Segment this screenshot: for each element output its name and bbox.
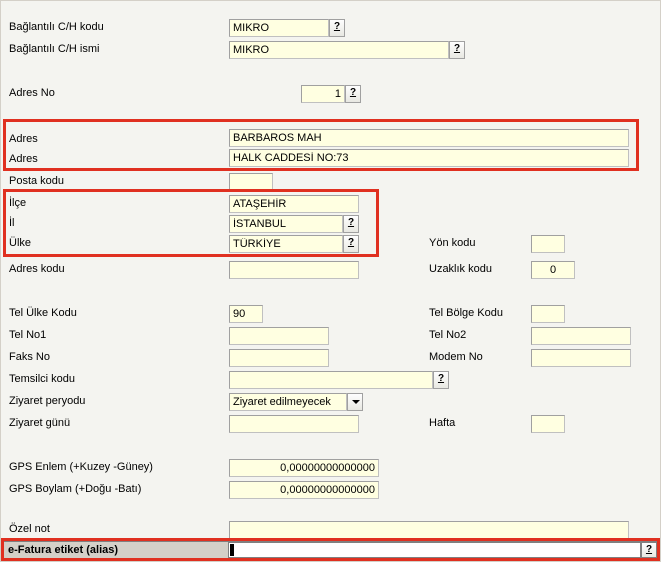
help-icon[interactable]: ? bbox=[641, 542, 657, 558]
label-ziyaret-gunu: Ziyaret günü bbox=[9, 417, 70, 429]
label-adres: Adres bbox=[9, 133, 38, 145]
label-gps-enlem: GPS Enlem (+Kuzey -Güney) bbox=[9, 461, 153, 473]
label-tel-no1: Tel No1 bbox=[9, 329, 46, 341]
label-adres2: Adres bbox=[9, 153, 38, 165]
input-ozel-not[interactable] bbox=[229, 521, 629, 539]
input-gps-boylam[interactable] bbox=[229, 481, 379, 499]
input-adres-no[interactable] bbox=[301, 85, 345, 103]
input-temsilci-kodu[interactable] bbox=[229, 371, 433, 389]
input-baglantili-ch-kodu[interactable] bbox=[229, 19, 329, 37]
input-tel-bolge-kodu[interactable] bbox=[531, 305, 565, 323]
label-ozel-not: Özel not bbox=[9, 523, 50, 535]
input-adres2[interactable] bbox=[229, 149, 629, 167]
label-tel-ulke-kodu: Tel Ülke Kodu bbox=[9, 307, 77, 319]
input-uzaklik-kodu[interactable] bbox=[531, 261, 575, 279]
label-posta-kodu: Posta kodu bbox=[9, 175, 64, 187]
input-ilce[interactable] bbox=[229, 195, 359, 213]
label-uzaklik-kodu: Uzaklık kodu bbox=[429, 263, 492, 275]
input-yon-kodu[interactable] bbox=[531, 235, 565, 253]
label-tel-bolge-kodu: Tel Bölge Kodu bbox=[429, 307, 503, 319]
input-posta-kodu[interactable] bbox=[229, 173, 273, 191]
label-yon-kodu: Yön kodu bbox=[429, 237, 475, 249]
text-cursor bbox=[230, 544, 234, 556]
efatura-alias-row: e-Fatura etiket (alias) ? bbox=[3, 541, 658, 559]
chevron-down-icon[interactable] bbox=[347, 393, 363, 411]
input-tel-no1[interactable] bbox=[229, 327, 329, 345]
help-icon[interactable]: ? bbox=[449, 41, 465, 59]
input-gps-enlem[interactable] bbox=[229, 459, 379, 477]
select-ziyaret-peryodu[interactable] bbox=[229, 393, 347, 411]
label-efatura-etiket: e-Fatura etiket (alias) bbox=[4, 544, 228, 556]
label-adres-kodu: Adres kodu bbox=[9, 263, 65, 275]
input-modem-no[interactable] bbox=[531, 349, 631, 367]
help-icon[interactable]: ? bbox=[343, 215, 359, 233]
label-hafta: Hafta bbox=[429, 417, 455, 429]
input-faks-no[interactable] bbox=[229, 349, 329, 367]
label-baglantili-ch-ismi: Bağlantılı C/H ismi bbox=[9, 43, 99, 55]
input-tel-ulke-kodu[interactable] bbox=[229, 305, 263, 323]
input-ziyaret-gunu[interactable] bbox=[229, 415, 359, 433]
input-efatura-etiket[interactable] bbox=[228, 542, 641, 558]
input-baglantili-ch-ismi[interactable] bbox=[229, 41, 449, 59]
label-faks-no: Faks No bbox=[9, 351, 50, 363]
input-hafta[interactable] bbox=[531, 415, 565, 433]
label-adres-no: Adres No bbox=[9, 87, 55, 99]
input-il[interactable] bbox=[229, 215, 343, 233]
label-temsilci-kodu: Temsilci kodu bbox=[9, 373, 75, 385]
help-icon[interactable]: ? bbox=[345, 85, 361, 103]
help-icon[interactable]: ? bbox=[329, 19, 345, 37]
label-ulke: Ülke bbox=[9, 237, 31, 249]
label-modem-no: Modem No bbox=[429, 351, 483, 363]
input-adres1[interactable] bbox=[229, 129, 629, 147]
label-ilce: İlçe bbox=[9, 197, 26, 209]
input-tel-no2[interactable] bbox=[531, 327, 631, 345]
label-ziyaret-peryodu: Ziyaret peryodu bbox=[9, 395, 85, 407]
input-ulke[interactable] bbox=[229, 235, 343, 253]
input-adres-kodu[interactable] bbox=[229, 261, 359, 279]
help-icon[interactable]: ? bbox=[433, 371, 449, 389]
label-tel-no2: Tel No2 bbox=[429, 329, 466, 341]
help-icon[interactable]: ? bbox=[343, 235, 359, 253]
label-gps-boylam: GPS Boylam (+Doğu -Batı) bbox=[9, 483, 141, 495]
label-il: İl bbox=[9, 217, 15, 229]
label-baglantili-ch-kodu: Bağlantılı C/H kodu bbox=[9, 21, 104, 33]
